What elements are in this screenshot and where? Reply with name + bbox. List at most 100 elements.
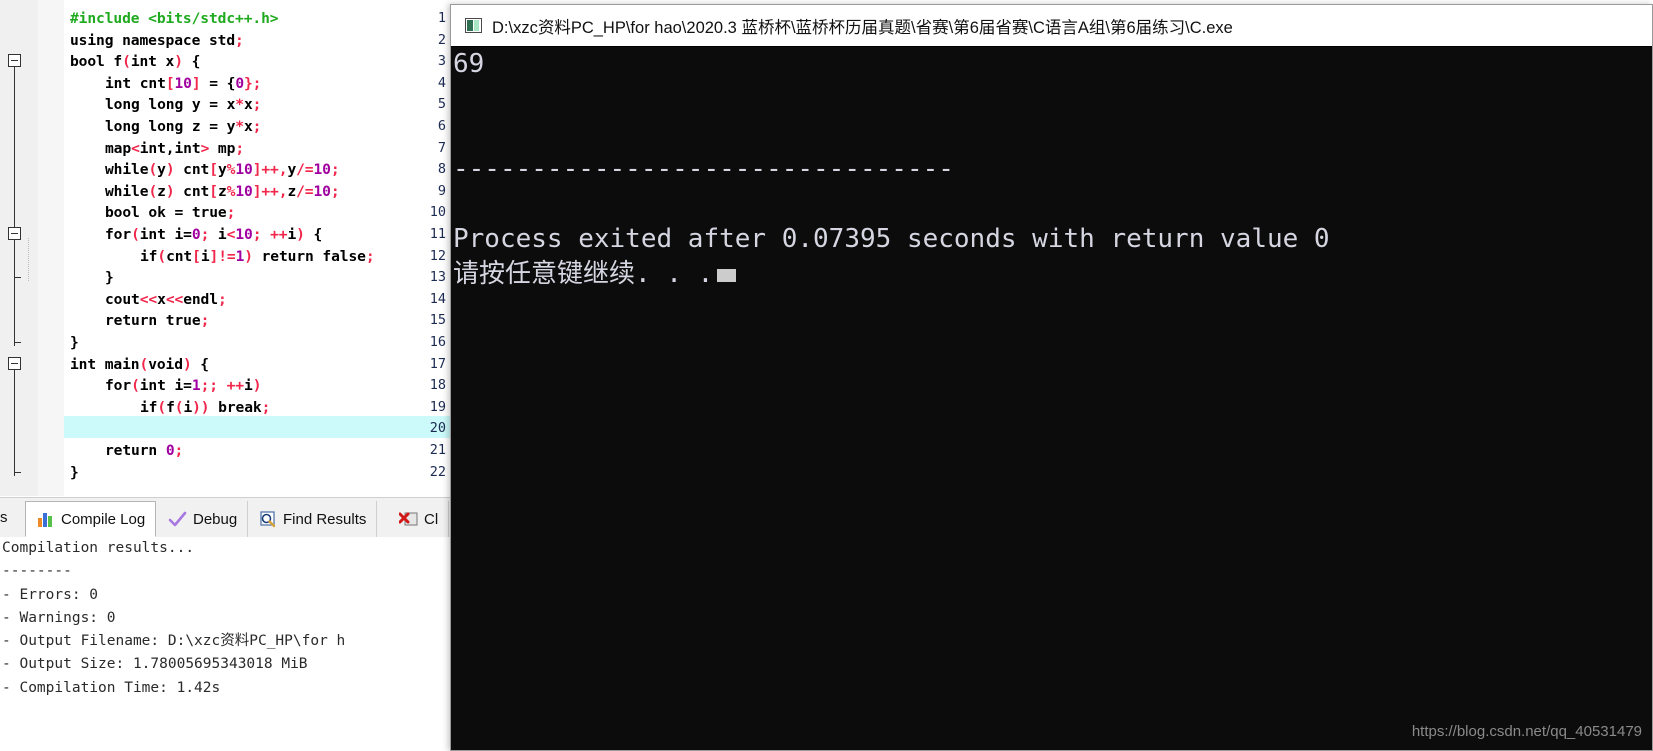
code-token: ;: [365, 247, 375, 265]
bottom-panel-tabbar[interactable]: s Compile Log Debug Find Results Cl: [0, 497, 452, 538]
code-line: long long y = x*x;: [105, 94, 452, 116]
code-line: for(int i=0; i<10; ++i) {: [105, 224, 452, 246]
code-line: bool f(int x) {: [70, 51, 452, 73]
fold-end-marker: [14, 277, 21, 279]
code-token: break: [209, 398, 262, 416]
code-token: >: [200, 139, 210, 157]
compile-log-line: Compilation results...: [2, 540, 195, 556]
code-token: ]: [209, 247, 219, 265]
compile-log-pane: Compilation results... -------- - Errors: …: [0, 537, 452, 751]
code-line: bool ok = true;: [105, 202, 452, 224]
console-prompt-text: 请按任意键继续. . .: [453, 259, 714, 289]
code-token: <<: [165, 290, 184, 308]
tab-find-results[interactable]: Find Results: [248, 501, 378, 537]
tab-debug[interactable]: Debug: [158, 501, 249, 537]
code-line: int cnt[10] = {0};: [105, 73, 452, 95]
fold-guide: [14, 67, 15, 346]
code-token: z: [157, 182, 166, 200]
console-title-bar[interactable]: D:\xzc资料PC_HP\for hao\2020.3 蓝桥杯\蓝桥杯历届真题…: [451, 5, 1652, 47]
compile-log-line: - Compilation Time: 1.42s: [2, 679, 221, 696]
code-token: int i=: [139, 226, 192, 243]
fold-toggle-icon[interactable]: [8, 356, 21, 370]
code-token: i: [183, 398, 193, 416]
code-token: (: [148, 161, 158, 179]
code-line: int main(void) {: [70, 354, 452, 376]
code-line: while(z) cnt[z%10]++,z/=10;: [105, 181, 452, 203]
code-token: %: [226, 161, 236, 179]
code-token: x: [157, 290, 166, 308]
console-output-area[interactable]: 69 -------------------------------- Proc…: [451, 47, 1652, 750]
code-token: ;: [235, 139, 244, 157]
code-token: bool f: [70, 53, 123, 71]
code-token: [: [192, 247, 201, 265]
code-token: )): [192, 398, 210, 416]
code-line: using namespace std;: [70, 30, 452, 52]
tab-compile-log[interactable]: Compile Log: [25, 501, 157, 537]
tab-label: Find Results: [283, 510, 367, 528]
code-token: ): [174, 53, 183, 71]
code-token: cnt: [166, 247, 193, 265]
code-token: (: [157, 247, 167, 265]
fold-toggle-icon[interactable]: [8, 54, 21, 68]
console-window-icon: [465, 18, 482, 33]
code-token: ): [252, 377, 262, 395]
code-token: y: [287, 161, 297, 179]
code-token: while: [105, 182, 149, 200]
magnifier-icon: [258, 510, 277, 529]
code-token: x: [243, 96, 253, 114]
fold-toggle-icon[interactable]: [8, 227, 21, 240]
code-token: mp: [209, 139, 236, 157]
code-token: ]: [191, 74, 201, 92]
code-token: (: [148, 182, 158, 200]
code-token: (: [131, 377, 140, 395]
console-window[interactable]: D:\xzc资料PC_HP\for hao\2020.3 蓝桥杯\蓝桥杯历届真题…: [450, 4, 1653, 751]
indent-guide: [28, 238, 30, 282]
code-token: bool ok = true: [105, 204, 227, 222]
code-token: ): [165, 182, 175, 200]
code-token: for: [105, 226, 132, 243]
code-token: ;: [252, 118, 262, 135]
code-token: ++: [226, 377, 244, 395]
code-token: ;: [235, 31, 244, 49]
code-token: ): [182, 355, 192, 373]
code-line: map<int,int> mp;: [105, 138, 452, 160]
code-editor[interactable]: 1 2 3 4 5 6 7 8 9 10 11 12 13 14 15 16 17 18 19 20 21 22 #inc…: [0, 0, 452, 496]
tab-label: Cl: [424, 510, 439, 528]
code-token: <: [131, 139, 140, 157]
code-token: map: [105, 139, 132, 157]
console-line: Process exited after 0.07395 seconds wit…: [453, 224, 1330, 254]
screen-root: 1 2 3 4 5 6 7 8 9 10 11 12 13 14 15 16 17 18 19 20 21 22 #inc…: [0, 0, 1653, 751]
bar-chart-icon: [36, 510, 55, 529]
code-token: cout: [105, 290, 140, 308]
ide-window: 1 2 3 4 5 6 7 8 9 10 11 12 13 14 15 16 17 18 19 20 21 22 #inc…: [0, 0, 452, 751]
console-lines: 69 -------------------------------- Proc…: [451, 47, 1652, 257]
console-title-text: D:\xzc资料PC_HP\for hao\2020.3 蓝桥杯\蓝桥杯历届真题…: [492, 18, 1233, 37]
tab-clipped-glyph: s: [0, 509, 8, 526]
code-token: cnt: [174, 182, 210, 200]
code-token: int main: [70, 355, 140, 373]
code-token: 1: [191, 377, 201, 395]
code-token: f: [166, 398, 175, 416]
code-token: y: [157, 161, 166, 179]
compile-log-line: - Errors: 0: [2, 586, 99, 603]
code-token: z: [217, 182, 227, 200]
code-token: 1: [235, 247, 245, 265]
code-line: for(int i=1;; ++i): [105, 375, 452, 397]
code-token: {: [304, 226, 323, 243]
code-line: while(y) cnt[y%10]++,y/=10;: [105, 159, 452, 181]
fold-guide: [14, 369, 15, 476]
code-token: if: [140, 247, 158, 265]
code-token: y: [217, 161, 227, 179]
tab-label: Compile Log: [61, 510, 146, 528]
code-fold-column[interactable]: [38, 0, 65, 496]
code-token: 10: [313, 182, 331, 200]
code-token: 0: [191, 226, 201, 243]
code-token: [: [165, 74, 175, 92]
tab-cl[interactable]: Cl: [389, 501, 450, 537]
code-token: ++: [270, 226, 288, 243]
compile-log-line: - Warnings: 0: [2, 609, 116, 626]
